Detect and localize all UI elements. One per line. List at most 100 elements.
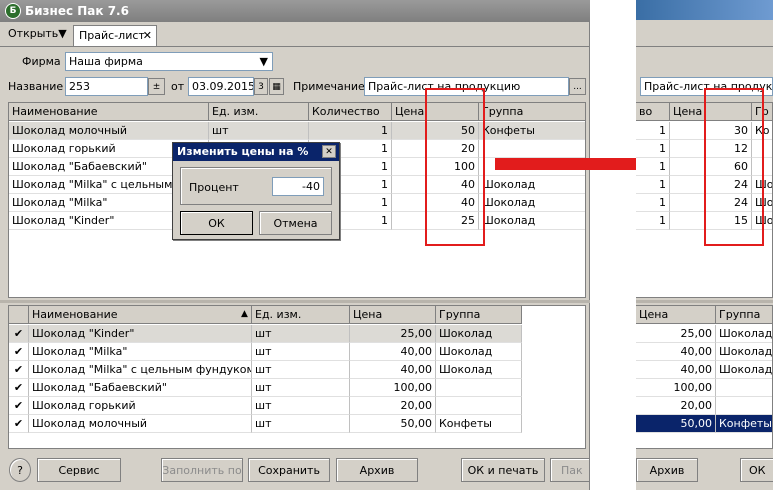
table-cell: Шоколад: [479, 212, 585, 230]
save-button[interactable]: Сохранить: [248, 458, 330, 482]
table-cell: шт: [252, 361, 350, 379]
result-highlight-box: [704, 88, 764, 246]
table-cell: шт: [252, 343, 350, 361]
ok-print-button[interactable]: ОК и печать: [461, 458, 545, 482]
column-header: Группа: [716, 306, 772, 324]
column-header: Количество: [309, 103, 392, 121]
column-header: во: [636, 103, 670, 121]
table-cell: Конфеты: [479, 122, 585, 140]
table-cell: 20,00: [350, 397, 436, 415]
sort-asc-icon: ▲: [241, 309, 248, 319]
table-cell: 1: [636, 194, 670, 212]
table-cell: [716, 397, 772, 415]
chevron-down-icon: ▼: [259, 55, 268, 68]
table-cell: Шоколад: [479, 194, 585, 212]
check-icon: ✔: [9, 361, 29, 379]
cut-off-button[interactable]: Пак: [550, 458, 590, 482]
table-cell: Шоколад молочный: [9, 122, 209, 140]
archive-button[interactable]: Архив: [336, 458, 418, 482]
table-cell: [436, 379, 522, 397]
percent-input[interactable]: -40: [272, 177, 324, 196]
percent-label: Процент: [189, 181, 239, 194]
table-cell: 1: [636, 212, 670, 230]
table-cell: 100,00: [350, 379, 436, 397]
close-icon[interactable]: ✕: [322, 145, 336, 158]
product-grid[interactable]: Наименование Ед. изм. Цена Группа ▲ ✔ Шоколад …: [8, 305, 586, 449]
table-cell: 1: [309, 122, 392, 140]
table-cell: 1: [636, 122, 670, 140]
check-icon: ✔: [9, 379, 29, 397]
column-header: Ед. изм.: [209, 103, 309, 121]
calendar-icon[interactable]: ▦: [269, 78, 284, 95]
table-cell: Шоколад: [716, 361, 772, 379]
table-cell: Конфеты: [436, 415, 522, 433]
table-cell: Конфеты: [716, 415, 772, 433]
dialog-title: Изменить цены на %: [177, 145, 309, 158]
table-cell: 25,00: [350, 325, 436, 343]
from-label: от: [171, 80, 185, 93]
service-button[interactable]: Сервис: [37, 458, 121, 482]
table-cell: Шоколад: [716, 325, 772, 343]
price-highlight-box: [425, 88, 485, 246]
note-browse-button[interactable]: ...: [569, 78, 586, 95]
help-button[interactable]: ?: [9, 458, 31, 482]
column-header: Цена: [350, 306, 436, 324]
table-cell: 40,00: [350, 361, 436, 379]
column-header: Группа: [479, 103, 585, 121]
table-cell: 1: [636, 140, 670, 158]
dialog-title-bar: Изменить цены на % ✕: [173, 143, 339, 161]
table-cell: Шоколад молочный: [29, 415, 252, 433]
table-cell: шт: [252, 325, 350, 343]
ok-button[interactable]: ОК: [180, 211, 253, 235]
date-input[interactable]: 03.09.2015: [188, 77, 254, 96]
check-icon: ✔: [9, 325, 29, 343]
date-spin-icon[interactable]: 3: [254, 78, 268, 95]
column-header: Цена: [636, 306, 716, 324]
table-cell: 40,00: [636, 343, 716, 361]
tab-price-list[interactable]: Прайс-лист ✕: [73, 25, 157, 46]
column-header: Ед. изм.: [252, 306, 350, 324]
note-label: Примечание: [293, 80, 365, 93]
table-cell: 25,00: [636, 325, 716, 343]
table-cell: Шоколад: [436, 325, 522, 343]
table-cell: 1: [636, 176, 670, 194]
table-cell: Шоколад: [716, 343, 772, 361]
window-title: Бизнес Пак 7.6: [25, 4, 129, 18]
change-price-dialog: Изменить цены на % ✕ Процент -40 ОК Отме…: [172, 142, 340, 240]
firm-label: Фирма: [22, 55, 61, 68]
checkbox-header: [9, 306, 29, 324]
check-icon: ✔: [9, 397, 29, 415]
table-cell: шт: [252, 397, 350, 415]
table-cell: Шоколад горький: [29, 397, 252, 415]
table-cell: шт: [252, 379, 350, 397]
cancel-button[interactable]: Отмена: [259, 211, 332, 235]
snippet-archive-button: Архив: [636, 458, 698, 482]
tab-close-icon[interactable]: ✕: [143, 29, 152, 42]
column-header: Группа: [436, 306, 522, 324]
check-icon: ✔: [9, 415, 29, 433]
table-cell: 20,00: [636, 397, 716, 415]
table-cell: Шоколад "Kinder": [29, 325, 252, 343]
firm-select[interactable]: Наша фирма ▼: [65, 52, 273, 71]
title-bar: Б Бизнес Пак 7.6: [0, 0, 590, 22]
tab-label: Прайс-лист: [79, 29, 145, 42]
table-cell: 100,00: [636, 379, 716, 397]
menu-bar: Открыть▼ Прайс-лист ✕: [0, 24, 590, 46]
table-cell: Шоколад: [436, 343, 522, 361]
table-cell: 40,00: [350, 343, 436, 361]
table-cell: 50,00: [350, 415, 436, 433]
increment-icon[interactable]: ±: [148, 78, 165, 95]
table-cell: 50,00: [636, 415, 716, 433]
table-cell: [436, 397, 522, 415]
open-menu[interactable]: Открыть▼: [8, 27, 67, 40]
main-window: Б Бизнес Пак 7.6 Открыть▼ Прайс-лист ✕ Ф…: [0, 0, 590, 490]
table-cell: 40,00: [636, 361, 716, 379]
table-cell: шт: [209, 122, 309, 140]
table-cell: Шоколад "Milka": [29, 343, 252, 361]
snippet-title-bar: [636, 0, 773, 20]
name-input[interactable]: 253: [65, 77, 148, 96]
table-cell: 1: [636, 158, 670, 176]
table-cell: шт: [252, 415, 350, 433]
fill-button[interactable]: Заполнить по: [161, 458, 243, 482]
app-logo-icon: Б: [5, 3, 21, 19]
